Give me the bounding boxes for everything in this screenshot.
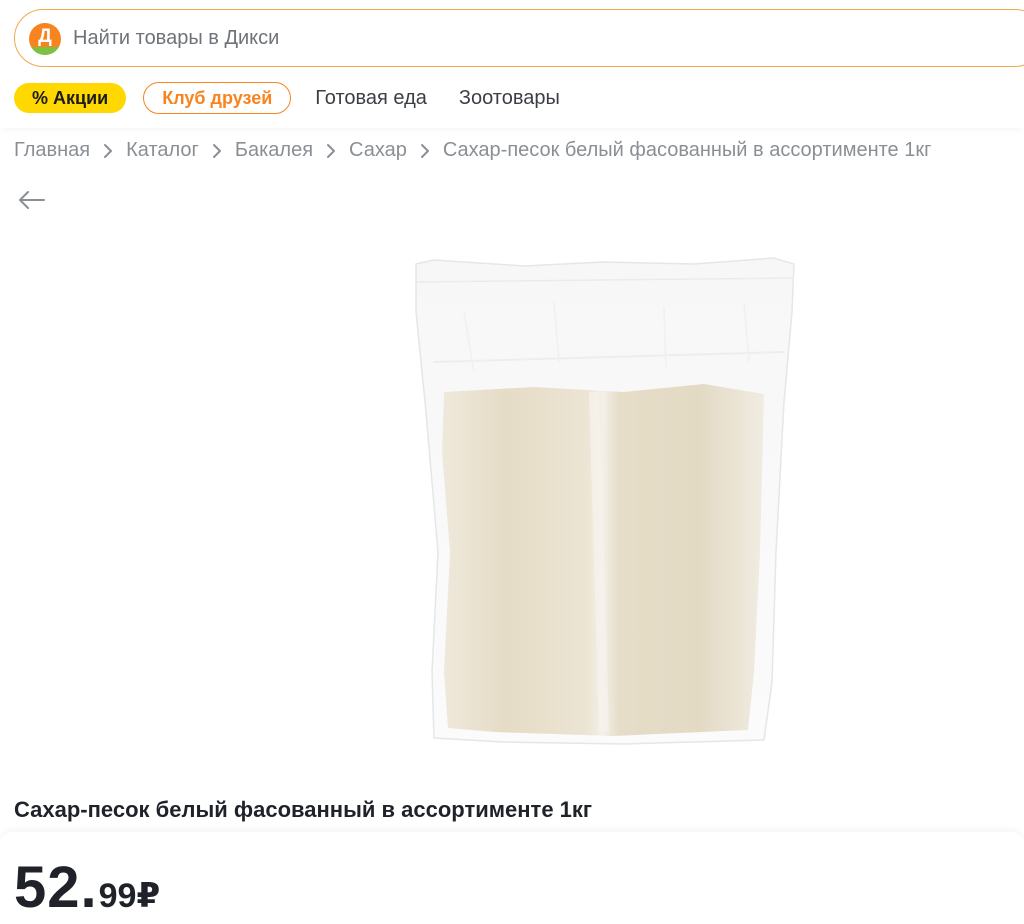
logo-letter: Д xyxy=(38,26,52,47)
search-input[interactable]: Найти товары в Дикси xyxy=(73,27,279,50)
header: Д Найти товары в Дикси % Акции Клуб друз… xyxy=(0,0,1024,128)
chevron-right-icon xyxy=(103,143,113,159)
dixy-logo-icon[interactable]: Д xyxy=(29,23,61,55)
price-panel: 52 . 99 ₽ xyxy=(0,832,1024,924)
breadcrumb-item-grocery[interactable]: Бакалея xyxy=(235,139,313,162)
chevron-right-icon xyxy=(420,143,430,159)
breadcrumb-item-sugar[interactable]: Сахар xyxy=(349,139,407,162)
price-currency: ₽ xyxy=(136,877,161,915)
back-button[interactable] xyxy=(16,188,48,212)
breadcrumb-item-catalog[interactable]: Каталог xyxy=(126,139,199,162)
nav-link-pet-goods[interactable]: Зоотовары xyxy=(459,87,560,110)
friends-club-button[interactable]: Клуб друзей xyxy=(143,82,292,114)
price-separator: . xyxy=(80,855,97,920)
logo-band xyxy=(29,47,61,55)
category-nav: % Акции Клуб друзей Готовая еда Зоотовар… xyxy=(14,82,560,114)
chevron-right-icon xyxy=(326,143,336,159)
arrow-left-icon xyxy=(19,191,45,209)
price-integer: 52 xyxy=(14,855,81,920)
product-image xyxy=(404,252,806,752)
search-bar[interactable]: Д Найти товары в Дикси xyxy=(14,9,1024,67)
chevron-right-icon xyxy=(212,143,222,159)
nav-link-ready-food[interactable]: Готовая еда xyxy=(315,87,427,110)
breadcrumb: Главная Каталог Бакалея Сахар Сахар-песо… xyxy=(14,139,931,162)
promo-button[interactable]: % Акции xyxy=(14,83,127,113)
breadcrumb-item-home[interactable]: Главная xyxy=(14,139,90,162)
price-fraction: 99 xyxy=(98,877,137,915)
product-price: 52 . 99 ₽ xyxy=(14,854,160,921)
product-title: Сахар-песок белый фасованный в ассортиме… xyxy=(14,797,593,822)
breadcrumb-item-current: Сахар-песок белый фасованный в ассортиме… xyxy=(442,139,932,161)
